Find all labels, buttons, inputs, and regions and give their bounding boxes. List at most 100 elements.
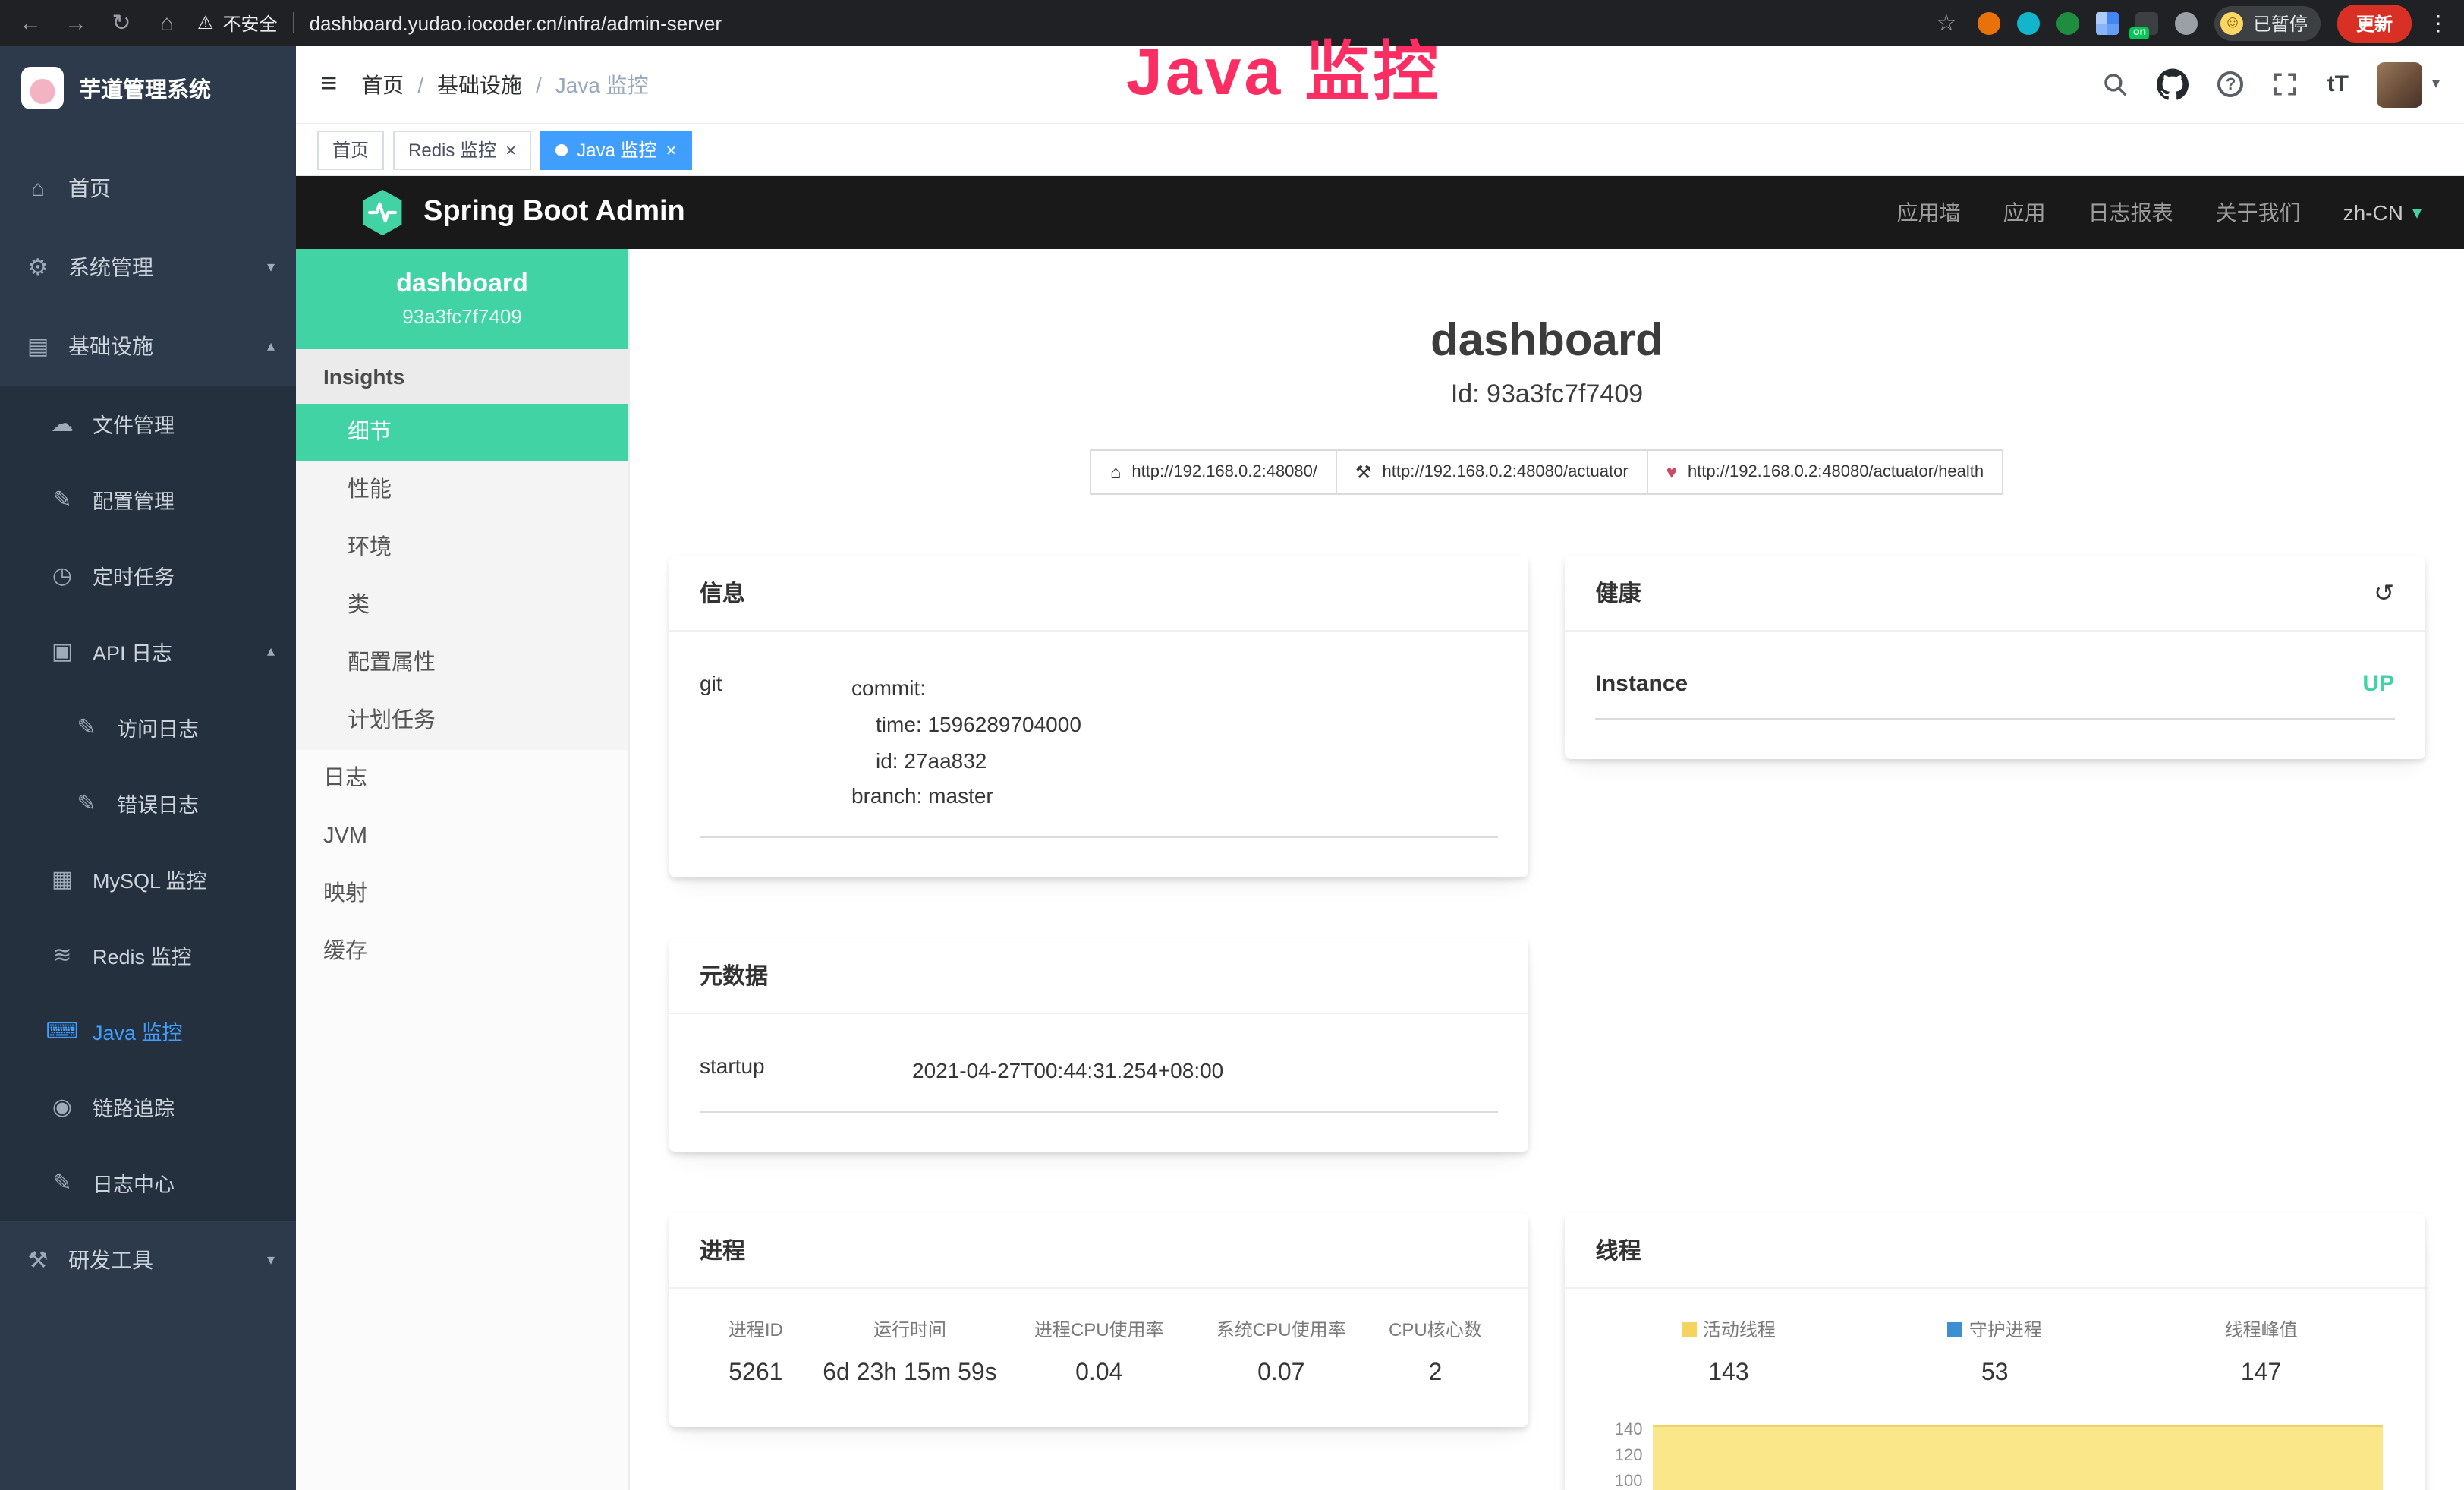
- threads-legend: 活动线程 143 守护进程 53: [1596, 1298, 2395, 1388]
- monitor-icon: ⌨: [46, 1017, 79, 1044]
- help-icon[interactable]: ?: [2218, 71, 2244, 97]
- extension-orange-icon[interactable]: [1978, 11, 2001, 34]
- sidebar-item-scheduled-jobs[interactable]: ◷ 定时任务: [0, 537, 296, 613]
- browser-home-icon[interactable]: ⌂: [152, 10, 182, 36]
- address-bar[interactable]: dashboard.yudao.iocoder.cn/infra/admin-s…: [310, 11, 1916, 34]
- github-icon[interactable]: [2157, 68, 2189, 100]
- health-url-link[interactable]: ♥ http://192.168.0.2:48080/actuator/heal…: [1647, 449, 2003, 495]
- infrastructure-submenu: ☁ 文件管理 ✎ 配置管理 ◷ 定时任务 ▣ API 日志 ▴: [0, 386, 296, 1221]
- sidebar-item-dev-tools[interactable]: ⚒ 研发工具 ▾: [0, 1221, 296, 1299]
- service-url: http://192.168.0.2:48080/: [1131, 463, 1317, 481]
- sidebar-item-system-mgmt[interactable]: ⚙ 系统管理 ▾: [0, 228, 296, 307]
- sba-item-environment[interactable]: 环境: [296, 519, 628, 577]
- sba-item-config-props[interactable]: 配置属性: [296, 635, 628, 692]
- sba-item-logs[interactable]: 日志: [296, 750, 628, 808]
- close-icon[interactable]: ×: [505, 140, 516, 159]
- sba-brand[interactable]: Spring Boot Admin: [360, 188, 685, 237]
- sba-item-caches[interactable]: 缓存: [296, 923, 628, 981]
- sba-nav-journal[interactable]: 日志报表: [2088, 197, 2173, 228]
- breadcrumb: 首页 基础设施 Java 监控: [361, 69, 649, 99]
- sidebar-item-java-monitor[interactable]: ⌨ Java 监控: [0, 993, 296, 1069]
- extensions-puzzle-icon[interactable]: [2176, 11, 2198, 34]
- tab-bar: 首页 Redis 监控 × Java 监控 ×: [296, 124, 2464, 176]
- history-icon[interactable]: ↺: [2374, 578, 2394, 608]
- home-icon: ⌂: [21, 175, 55, 201]
- sidebar-item-mysql-monitor[interactable]: ▦ MySQL 监控: [0, 841, 296, 917]
- database-icon: ≋: [46, 941, 79, 969]
- chevron-up-icon: ▴: [267, 643, 275, 660]
- sidebar-item-error-logs[interactable]: ✎ 错误日志: [0, 765, 296, 841]
- chevron-down-icon: ▾: [267, 1252, 275, 1268]
- extension-grid-icon[interactable]: [2097, 11, 2119, 34]
- sba-item-mappings[interactable]: 映射: [296, 865, 628, 923]
- home-icon: ⌂: [1110, 461, 1122, 483]
- instance-links: ⌂ http://192.168.0.2:48080/ ⚒ http://192…: [630, 449, 2464, 495]
- sidebar-item-api-logs[interactable]: ▣ API 日志 ▴: [0, 613, 296, 689]
- cloud-icon: ☁: [46, 410, 79, 437]
- info-card-title: 信息: [700, 577, 745, 609]
- page-title: dashboard: [630, 316, 2464, 367]
- y-tick: 120: [1596, 1444, 1643, 1470]
- page-subtitle: Id: 93a3fc7f7409: [630, 380, 2464, 410]
- reload-icon[interactable]: ↻: [106, 9, 137, 36]
- process-col-cpu: 进程CPU使用率: [1008, 1316, 1190, 1342]
- sidebar-item-tracing[interactable]: ◉ 链路追踪: [0, 1069, 296, 1145]
- actuator-url-link[interactable]: ⚒ http://192.168.0.2:48080/actuator: [1336, 449, 1648, 495]
- sidebar-item-redis-monitor[interactable]: ≋ Redis 监控: [0, 917, 296, 993]
- service-url-link[interactable]: ⌂ http://192.168.0.2:48080/: [1090, 449, 1337, 495]
- user-menu[interactable]: ▾: [2377, 61, 2440, 107]
- tab-home[interactable]: 首页: [317, 130, 384, 169]
- sidebar-item-home[interactable]: ⌂ 首页: [0, 149, 296, 228]
- security-label: 不安全: [223, 10, 278, 36]
- sidebar-item-file-mgmt[interactable]: ☁ 文件管理: [0, 386, 296, 461]
- heart-icon: ♥: [1666, 461, 1677, 483]
- y-tick: 100: [1596, 1470, 1643, 1490]
- sba-nav-wallboard[interactable]: 应用墙: [1897, 197, 1961, 228]
- close-icon[interactable]: ×: [666, 140, 676, 159]
- tools-icon: ⚒: [21, 1246, 55, 1274]
- sba-item-metrics[interactable]: 性能: [296, 461, 628, 519]
- sidebar-item-config-mgmt[interactable]: ✎ 配置管理: [0, 461, 296, 537]
- tab-redis-monitor[interactable]: Redis 监控 ×: [393, 130, 531, 169]
- process-cores-value: 2: [1372, 1360, 1498, 1388]
- breadcrumb-home[interactable]: 首页: [361, 69, 404, 99]
- extension-teal-icon[interactable]: [2018, 11, 2041, 34]
- sba-item-scheduled-tasks[interactable]: 计划任务: [296, 692, 628, 750]
- process-col-syscpu: 系统CPU使用率: [1190, 1316, 1372, 1342]
- forward-icon[interactable]: →: [61, 10, 91, 36]
- sidebar-item-label: 文件管理: [93, 408, 175, 439]
- back-icon[interactable]: ←: [15, 10, 46, 36]
- sba-item-details[interactable]: 细节: [296, 404, 628, 461]
- sba-nav-about[interactable]: 关于我们: [2216, 197, 2301, 228]
- fullscreen-icon[interactable]: [2273, 71, 2299, 97]
- extension-green-icon[interactable]: [2057, 11, 2080, 34]
- sidebar-item-label: 错误日志: [117, 788, 199, 818]
- health-row-instance[interactable]: Instance UP: [1596, 641, 2395, 720]
- git-commit-line: commit:: [851, 671, 1499, 707]
- site-security[interactable]: ⚠ 不安全: [197, 10, 278, 36]
- warning-icon: ⚠: [197, 12, 214, 33]
- extension-on-badge: on: [2130, 27, 2149, 39]
- sba-item-jvm[interactable]: JVM: [296, 808, 628, 865]
- bookmark-star-icon[interactable]: ☆: [1931, 9, 1962, 36]
- eye-icon: ◉: [46, 1093, 79, 1120]
- sidebar-item-access-logs[interactable]: ✎ 访问日志: [0, 689, 296, 765]
- search-icon[interactable]: [2103, 71, 2129, 97]
- sba-item-classes[interactable]: 类: [296, 577, 628, 635]
- font-size-icon[interactable]: tT: [2327, 71, 2349, 97]
- sba-nav-applications[interactable]: 应用: [2003, 197, 2046, 228]
- sidebar-logo-row[interactable]: 芋道管理系统: [0, 46, 296, 131]
- peak-threads-label: 线程峰值: [2225, 1319, 2298, 1340]
- paused-badge[interactable]: ☺ 已暂停: [2215, 5, 2321, 40]
- update-button[interactable]: 更新: [2338, 4, 2411, 42]
- sidebar-item-infrastructure[interactable]: ▤ 基础设施 ▴: [0, 307, 296, 386]
- browser-menu-icon[interactable]: ⋮: [2428, 10, 2449, 36]
- sba-instance-header[interactable]: dashboard 93a3fc7f7409: [296, 249, 628, 349]
- tab-java-monitor[interactable]: Java 监控 ×: [540, 130, 691, 169]
- hamburger-icon[interactable]: ≡: [320, 68, 337, 101]
- sidebar: 芋道管理系统 ⌂ 首页 ⚙ 系统管理 ▾ ▤ 基础设施 ▴: [0, 46, 296, 1490]
- breadcrumb-infrastructure[interactable]: 基础设施: [417, 69, 522, 99]
- extension-dark-icon[interactable]: on: [2136, 11, 2159, 34]
- sidebar-item-log-center[interactable]: ✎ 日志中心: [0, 1145, 296, 1221]
- locale-selector[interactable]: zh-CN ▾: [2343, 200, 2422, 225]
